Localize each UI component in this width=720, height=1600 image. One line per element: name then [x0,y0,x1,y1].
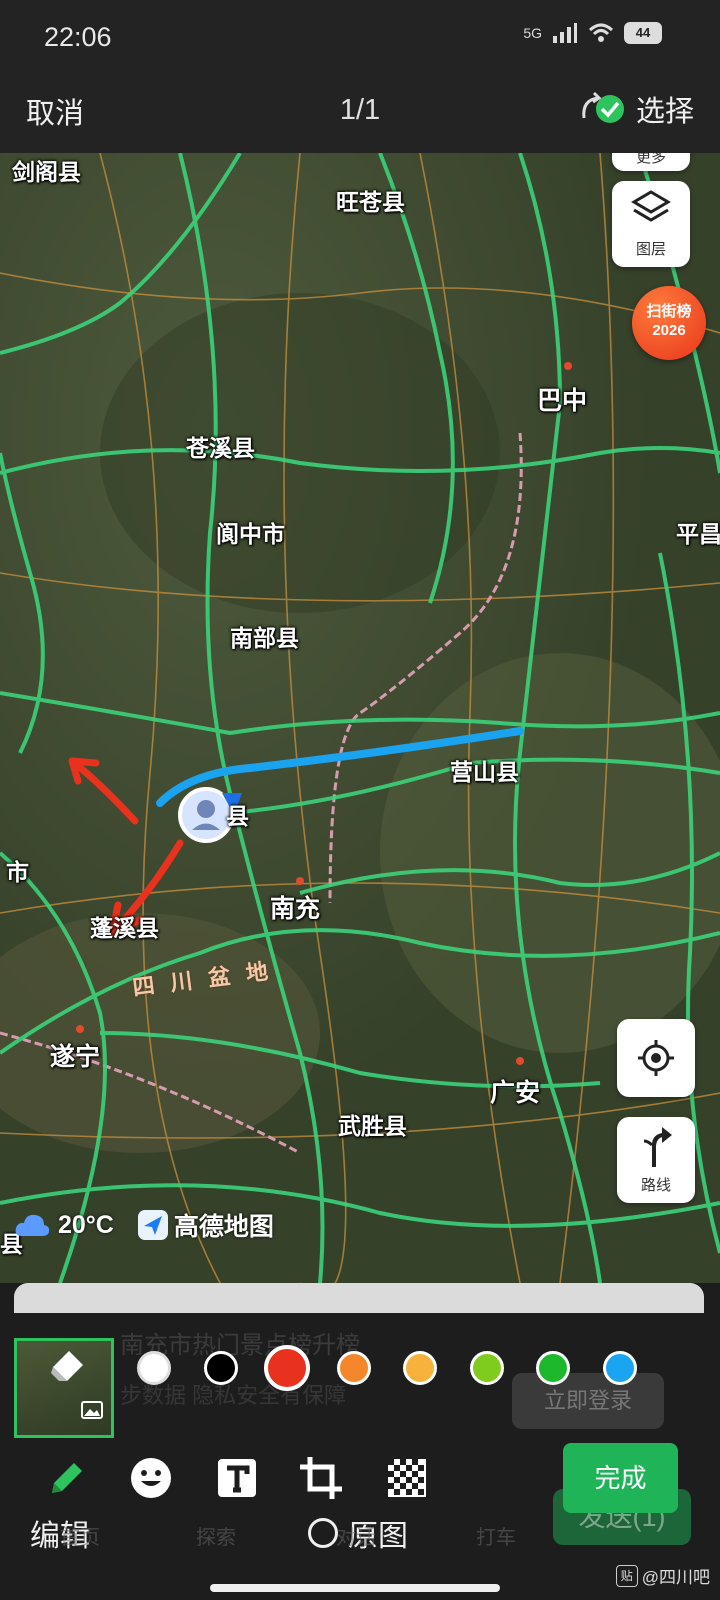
place-yingshan[interactable]: 营山县 [450,753,519,787]
signal-icon [553,23,577,43]
done-button[interactable]: 完成 [563,1443,678,1513]
ghost-nav-explore: 探索 [196,1527,236,1549]
brand-logo: 高德地图 [137,1207,274,1243]
amap-icon [137,1210,168,1240]
crosshair-icon [638,1040,674,1076]
select-label: 选择 [635,96,694,128]
place-wusheng[interactable]: 武胜县 [338,1107,407,1141]
select-button[interactable]: 选择 [580,88,694,130]
color-swatch[interactable] [336,1351,371,1385]
ghost-login-button: 立即登录 [512,1373,664,1429]
status-time: 22:06 [44,22,112,52]
route-label: 路线 [640,1177,671,1194]
watermark-text: @四川吧 [641,1568,710,1587]
place-langzhong[interactable]: 阆中市 [216,515,285,549]
more-button[interactable]: 更多 [612,153,690,171]
color-swatch[interactable] [536,1351,570,1385]
tieba-icon: 贴 [615,1564,638,1587]
locate-button[interactable] [617,1019,695,1097]
emoji-icon[interactable] [128,1455,174,1501]
brand-name: 高德地图 [173,1213,274,1241]
home-indicator[interactable] [210,1584,500,1592]
crop-icon[interactable] [298,1455,344,1501]
route-button[interactable]: 路线 [617,1117,695,1203]
rank-badge-year: 2026 [652,322,686,339]
status-bar: 22:06 5G 44 [0,0,720,76]
radio-icon [308,1518,338,1548]
route-arrow-icon [643,1127,672,1167]
place-wangcang[interactable]: 旺苍县 [336,183,405,217]
text-icon[interactable] [214,1455,260,1501]
place-jiange[interactable]: 剑阁县 [12,153,81,187]
color-swatch[interactable] [403,1351,437,1385]
color-swatch[interactable] [264,1345,310,1391]
place-bazhong[interactable]: 巴中 [537,381,587,417]
place-city-partial[interactable]: 市 [6,853,29,887]
place-county-partial[interactable]: 县 [226,797,249,831]
place-guangan[interactable]: 广安 [490,1073,540,1109]
ghost-nav-chat: 对话 [336,1527,376,1549]
pencil-icon[interactable] [44,1455,90,1501]
battery-icon: 44 [624,22,662,44]
color-swatch[interactable] [602,1351,637,1385]
editor-top-bar: 取消 1/1 选择 [0,76,720,153]
more-label: 更多 [635,153,666,166]
cloud-icon [15,1214,50,1236]
color-swatch[interactable] [203,1351,238,1385]
place-pengxi[interactable]: 蓬溪县 [90,909,159,943]
layers-label: 图层 [635,241,666,258]
underlying-card [14,1283,704,1313]
layers-button[interactable]: 图层 [612,181,690,267]
network-label: 5G [523,25,542,41]
weather-temp: 20°C [58,1210,114,1239]
ghost-nav-taxi: 打车 [476,1527,516,1549]
rank-badge-title: 扫街榜 [646,303,692,320]
image-icon [81,1401,103,1419]
image-thumbnail[interactable] [14,1338,114,1438]
place-cangxi[interactable]: 苍溪县 [186,429,255,463]
place-nanchong[interactable]: 南充 [270,889,320,925]
place-pingchang[interactable]: 平昌 [676,515,720,549]
rank-badge[interactable]: 扫街榜 2026 [632,286,706,360]
markup-editor-panel: 南充市热门景点榜升榜 步数据 隐私安全有保障 立即登录 发送(1) 完成 编辑 … [0,1283,720,1600]
wifi-icon [588,23,614,42]
map-canvas[interactable]: 剑阁县 旺苍县 巴中 苍溪县 阆中市 平昌 南部县 营山县 县 市 南充 蓬溪县… [0,153,720,1283]
ghost-nav-home: 首页 [60,1527,100,1549]
status-icons: 5G 44 [523,22,662,44]
layers-icon [631,190,671,222]
place-nanbu[interactable]: 南部县 [230,619,299,653]
weather-widget: 20°C 高德地图 [14,1207,274,1243]
color-swatch[interactable] [137,1351,171,1385]
eraser-icon [51,1351,83,1381]
color-swatch[interactable] [469,1351,504,1385]
place-suining[interactable]: 遂宁 [50,1037,100,1073]
select-check-icon [582,91,624,123]
watermark: 贴 @四川吧 [615,1563,710,1588]
mosaic-icon[interactable] [384,1455,430,1501]
